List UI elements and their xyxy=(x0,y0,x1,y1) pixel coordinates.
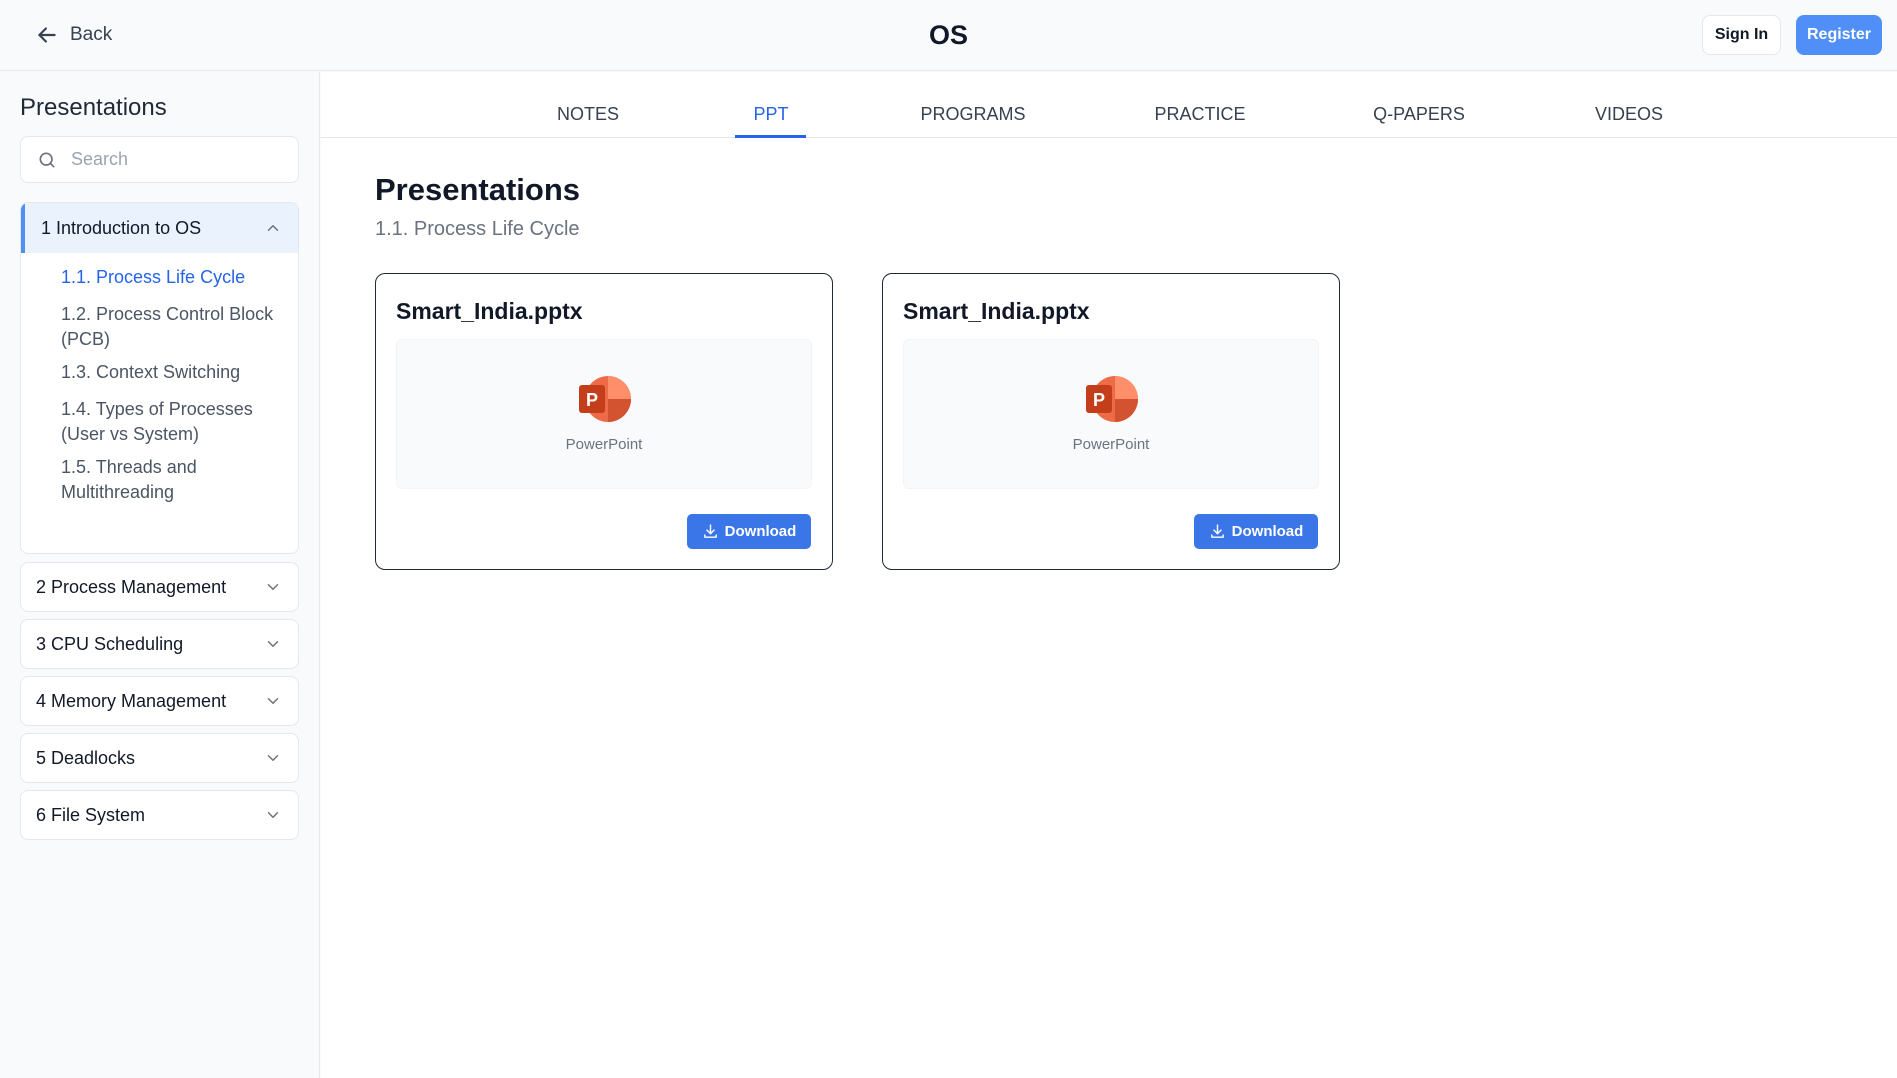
tab-bar: NOTES PPT PROGRAMS PRACTICE Q-PAPERS VID… xyxy=(321,72,1897,138)
section-label: 2 Process Management xyxy=(36,576,227,597)
sidebar-item-process-control-block[interactable]: 1.2. Process Control Block (PCB) xyxy=(61,302,291,352)
svg-text:P: P xyxy=(1093,390,1105,410)
tab-videos[interactable]: VIDEOS xyxy=(1595,104,1663,125)
download-icon xyxy=(703,524,717,538)
back-label: Back xyxy=(70,24,113,45)
file-card: Smart_India.pptx P PowerPoint Download xyxy=(375,273,833,570)
back-button[interactable]: Back xyxy=(34,22,112,48)
sidebar-item-context-switching[interactable]: 1.3. Context Switching xyxy=(61,360,291,385)
powerpoint-icon: P xyxy=(579,376,631,422)
top-bar: Back OS Sign In Register xyxy=(0,0,1897,71)
search-icon xyxy=(39,152,55,167)
file-type-label: PowerPoint xyxy=(1072,436,1150,453)
chevron-down-icon xyxy=(267,698,279,704)
tab-q-papers[interactable]: Q-PAPERS xyxy=(1373,104,1465,125)
section-label: 5 Deadlocks xyxy=(36,747,136,768)
download-button[interactable]: Download xyxy=(1194,514,1318,549)
tab-ppt[interactable]: PPT xyxy=(753,104,788,125)
file-preview[interactable]: P PowerPoint xyxy=(396,339,812,489)
sidebar: Presentations 1 Introduction to OS 1.1. … xyxy=(0,72,320,1078)
section-label: 1 Introduction to OS xyxy=(41,217,202,238)
active-tab-indicator xyxy=(735,135,806,138)
sidebar-item-threads-and-multithreading[interactable]: 1.5. Threads and Multithreading xyxy=(61,455,291,505)
file-card: Smart_India.pptx P PowerPoint Download xyxy=(882,273,1340,570)
tab-notes[interactable]: NOTES xyxy=(557,104,619,125)
section-header-introduction-to-os[interactable]: 1 Introduction to OS xyxy=(21,203,298,253)
sidebar-section-deadlocks[interactable]: 5 Deadlocks xyxy=(20,733,299,783)
file-type-label: PowerPoint xyxy=(565,436,643,453)
section-label: 4 Memory Management xyxy=(36,690,227,711)
chevron-down-icon xyxy=(267,755,279,761)
sidebar-item-process-life-cycle[interactable]: 1.1. Process Life Cycle xyxy=(61,265,291,290)
download-icon xyxy=(1210,524,1224,538)
file-preview[interactable]: P PowerPoint xyxy=(903,339,1319,489)
chevron-down-icon xyxy=(267,812,279,818)
page-title: OS xyxy=(928,20,968,50)
chevron-down-icon xyxy=(267,641,279,647)
search-input[interactable] xyxy=(71,149,291,170)
svg-text:P: P xyxy=(586,390,598,410)
sidebar-section-introduction-to-os: 1 Introduction to OS 1.1. Process Life C… xyxy=(20,202,299,554)
file-name: Smart_India.pptx xyxy=(903,298,1090,324)
sidebar-item-types-of-processes[interactable]: 1.4. Types of Processes (User vs System) xyxy=(61,397,291,447)
download-button[interactable]: Download xyxy=(687,514,811,549)
powerpoint-icon: P xyxy=(1086,376,1138,422)
search-box[interactable] xyxy=(20,136,299,183)
content-title: Presentations xyxy=(375,172,581,207)
download-label: Download xyxy=(724,523,797,540)
chevron-up-icon xyxy=(267,225,279,231)
sidebar-section-process-management[interactable]: 2 Process Management xyxy=(20,562,299,612)
sidebar-section-memory-management[interactable]: 4 Memory Management xyxy=(20,676,299,726)
arrow-left-icon xyxy=(38,27,56,43)
sidebar-section-file-system[interactable]: 6 File System xyxy=(20,790,299,840)
sidebar-section-cpu-scheduling[interactable]: 3 CPU Scheduling xyxy=(20,619,299,669)
sidebar-title: Presentations xyxy=(20,94,167,121)
content-subtitle: 1.1. Process Life Cycle xyxy=(375,218,580,240)
tab-practice[interactable]: PRACTICE xyxy=(1154,104,1245,125)
section-label: 3 CPU Scheduling xyxy=(36,633,184,654)
chevron-down-icon xyxy=(267,584,279,590)
sign-in-button[interactable]: Sign In xyxy=(1702,15,1781,55)
main-content: NOTES PPT PROGRAMS PRACTICE Q-PAPERS VID… xyxy=(321,72,1897,1078)
section-label: 6 File System xyxy=(36,804,146,825)
download-label: Download xyxy=(1231,523,1304,540)
file-name: Smart_India.pptx xyxy=(396,298,583,324)
register-button[interactable]: Register xyxy=(1796,15,1882,55)
tab-programs[interactable]: PROGRAMS xyxy=(920,104,1025,125)
